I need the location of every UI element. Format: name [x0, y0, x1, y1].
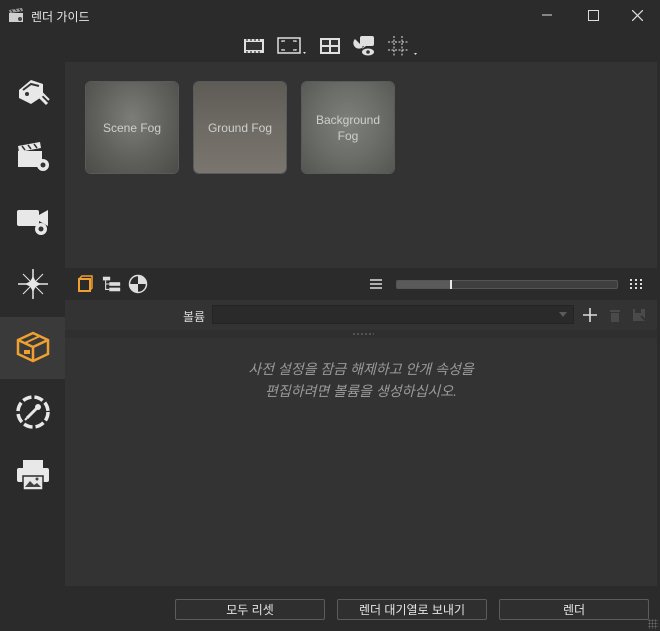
view-toolbar — [0, 30, 660, 62]
camera-settings-icon — [15, 202, 51, 239]
crosshair-grid-icon[interactable] — [386, 35, 420, 57]
render-view-icon[interactable] — [352, 35, 378, 57]
volume-toolbar — [65, 268, 657, 300]
hamburger-icon[interactable] — [366, 274, 386, 294]
tree-list-icon[interactable] — [102, 274, 122, 294]
fit-frame-icon[interactable] — [276, 35, 310, 57]
volume-row: 볼륨 — [65, 300, 657, 330]
window-title: 렌더 가이드 — [31, 10, 90, 24]
render-settings-icon — [15, 74, 51, 111]
close-icon[interactable] — [614, 0, 660, 30]
preset-label: Background Fog — [315, 112, 381, 143]
grid-layout-icon[interactable] — [318, 35, 342, 57]
slider-knob[interactable] — [449, 280, 452, 289]
sidebar-item-camera[interactable] — [0, 192, 65, 248]
slider-fill — [397, 281, 450, 288]
volume-select[interactable] — [212, 305, 574, 324]
preset-background-fog[interactable]: Background Fog — [301, 81, 395, 174]
volume-label: 볼륨 — [183, 310, 206, 324]
sidebar-item-light[interactable] — [0, 257, 65, 313]
clapper-settings-icon — [15, 139, 51, 176]
grid-dots-icon[interactable] — [626, 274, 646, 294]
film-frame-icon[interactable] — [242, 35, 266, 57]
print-icon — [15, 458, 51, 495]
preset-ground-fog[interactable]: Ground Fog — [193, 81, 287, 174]
message-line-1: 사전 설정을 잠금 해제하고 안개 속성을 — [248, 361, 474, 377]
title-bar: 렌더 가이드 — [0, 0, 660, 30]
preset-label: Ground Fog — [207, 120, 273, 135]
render-button[interactable]: 렌더 — [499, 599, 649, 620]
cube-orange-icon[interactable] — [75, 274, 95, 294]
resize-grip[interactable] — [648, 619, 658, 629]
volume-message-area: 사전 설정을 잠금 해제하고 안개 속성을 편집하려면 볼륨을 생성하십시오. — [65, 338, 657, 586]
sidebar-item-volume[interactable] — [0, 317, 65, 379]
preset-scene-fog[interactable]: Scene Fog — [85, 81, 179, 174]
fog-presets-panel: Scene Fog Ground Fog Background Fog — [65, 62, 657, 268]
bottom-bar: 모두 리셋 렌더 대기열로 보내기 렌더 — [65, 586, 657, 631]
sidebar-item-render-settings[interactable] — [0, 64, 65, 120]
save-disabled-icon — [629, 305, 649, 325]
splitter-handle[interactable] — [65, 330, 657, 338]
sidebar-item-aperture[interactable] — [0, 385, 65, 441]
send-to-queue-button[interactable]: 렌더 대기열로 보내기 — [337, 599, 487, 620]
sidebar-item-print[interactable] — [0, 448, 65, 504]
volume-box-icon — [15, 330, 51, 367]
message-line-2: 편집하려면 볼륨을 생성하십시오. — [265, 383, 457, 399]
trash-icon — [605, 305, 625, 325]
maximize-icon[interactable] — [570, 0, 616, 30]
light-icon — [15, 267, 51, 304]
pie-chart-icon[interactable] — [128, 274, 148, 294]
sidebar-item-scene-settings[interactable] — [0, 129, 65, 185]
plus-icon[interactable] — [580, 305, 600, 325]
chevron-down-icon — [559, 312, 567, 317]
reset-all-button[interactable]: 모두 리셋 — [175, 599, 325, 620]
grip-dots — [352, 333, 374, 335]
preset-label: Scene Fog — [102, 120, 162, 135]
clapperboard-icon — [8, 7, 24, 23]
sidebar — [0, 62, 65, 631]
aperture-icon — [15, 394, 51, 433]
zoom-slider[interactable] — [396, 280, 618, 289]
minimize-icon[interactable] — [524, 0, 570, 30]
